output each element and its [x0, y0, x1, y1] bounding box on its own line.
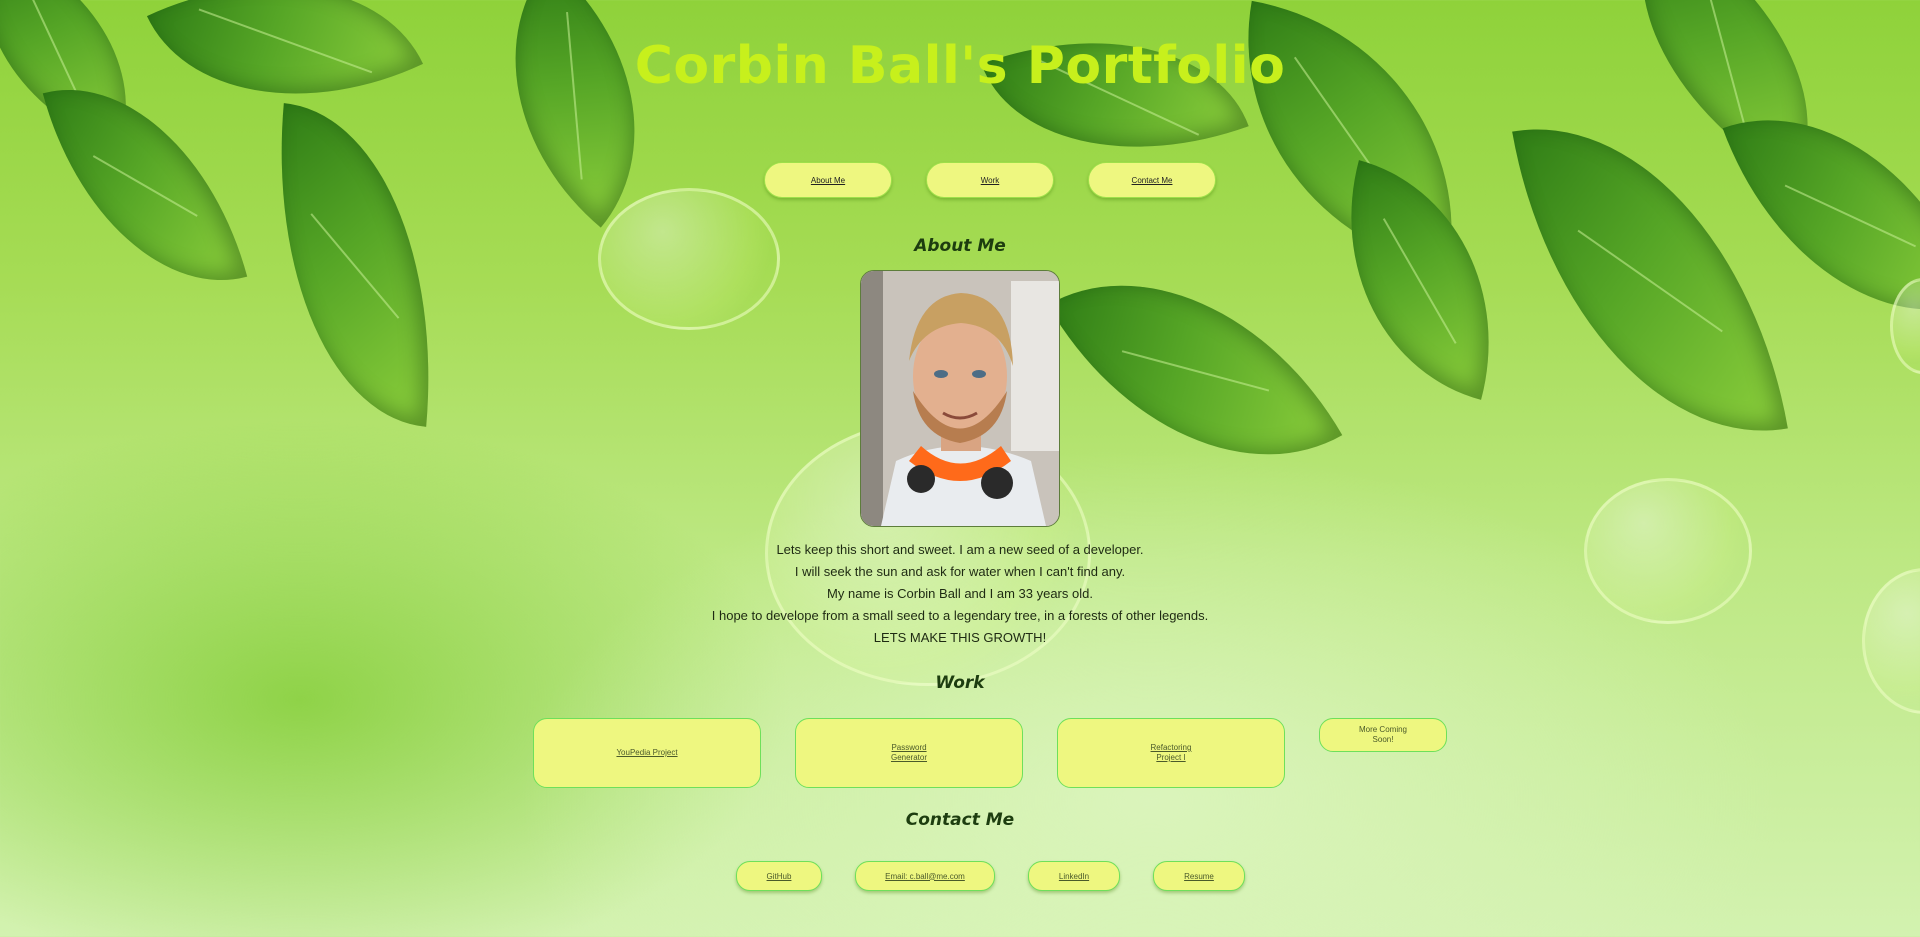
about-heading: About Me — [914, 236, 1006, 256]
work-heading: Work — [935, 673, 985, 693]
leaf-decoration — [1047, 209, 1343, 531]
email-link[interactable]: Email: c.ball@me.com — [885, 872, 965, 881]
portrait-icon — [861, 271, 1059, 526]
about-line: LETS MAKE THIS GROWTH! — [873, 630, 1047, 645]
contact-linkedin-button[interactable]: LinkedIn — [1028, 861, 1120, 891]
contact-email-button[interactable]: Email: c.ball@me.com — [855, 861, 995, 891]
contact-github-button[interactable]: GitHub — [736, 861, 822, 891]
linkedin-link[interactable]: LinkedIn — [1059, 872, 1089, 881]
about-line: My name is Corbin Ball and I am 33 years… — [827, 586, 1093, 601]
project-link[interactable]: Refactoring Project I — [1141, 743, 1201, 763]
contact-resume-button[interactable]: Resume — [1153, 861, 1245, 891]
github-link[interactable]: GitHub — [767, 872, 792, 881]
nav-work-link[interactable]: Work — [981, 176, 1000, 185]
project-card-password-generator[interactable]: Password Generator — [795, 718, 1023, 788]
project-card-youpedia[interactable]: YouPedia Project — [533, 718, 761, 788]
nav-about-link[interactable]: About Me — [811, 176, 845, 185]
project-link[interactable]: YouPedia Project — [616, 748, 677, 758]
leaf-decoration — [256, 103, 454, 427]
project-link[interactable]: Password Generator — [879, 743, 939, 763]
bubble-decoration — [598, 188, 780, 330]
project-card-refactoring[interactable]: Refactoring Project I — [1057, 718, 1285, 788]
about-line: I hope to develope from a small seed to … — [711, 608, 1209, 623]
nav-work-button[interactable]: Work — [926, 162, 1054, 198]
contact-heading: Contact Me — [905, 810, 1015, 830]
page-title: Corbin Ball's Portfolio — [634, 36, 1286, 96]
resume-link[interactable]: Resume — [1184, 872, 1214, 881]
about-text: Lets keep this short and sweet. I am a n… — [0, 539, 1920, 649]
nav-contact-button[interactable]: Contact Me — [1088, 162, 1216, 198]
nav-about-button[interactable]: About Me — [764, 162, 892, 198]
project-link[interactable]: More Coming Soon! — [1353, 725, 1413, 745]
about-line: I will seek the sun and ask for water wh… — [794, 564, 1126, 579]
project-card-coming-soon[interactable]: More Coming Soon! — [1319, 718, 1447, 752]
profile-photo — [860, 270, 1060, 527]
nav-contact-link[interactable]: Contact Me — [1132, 176, 1173, 185]
about-line: Lets keep this short and sweet. I am a n… — [776, 542, 1144, 557]
